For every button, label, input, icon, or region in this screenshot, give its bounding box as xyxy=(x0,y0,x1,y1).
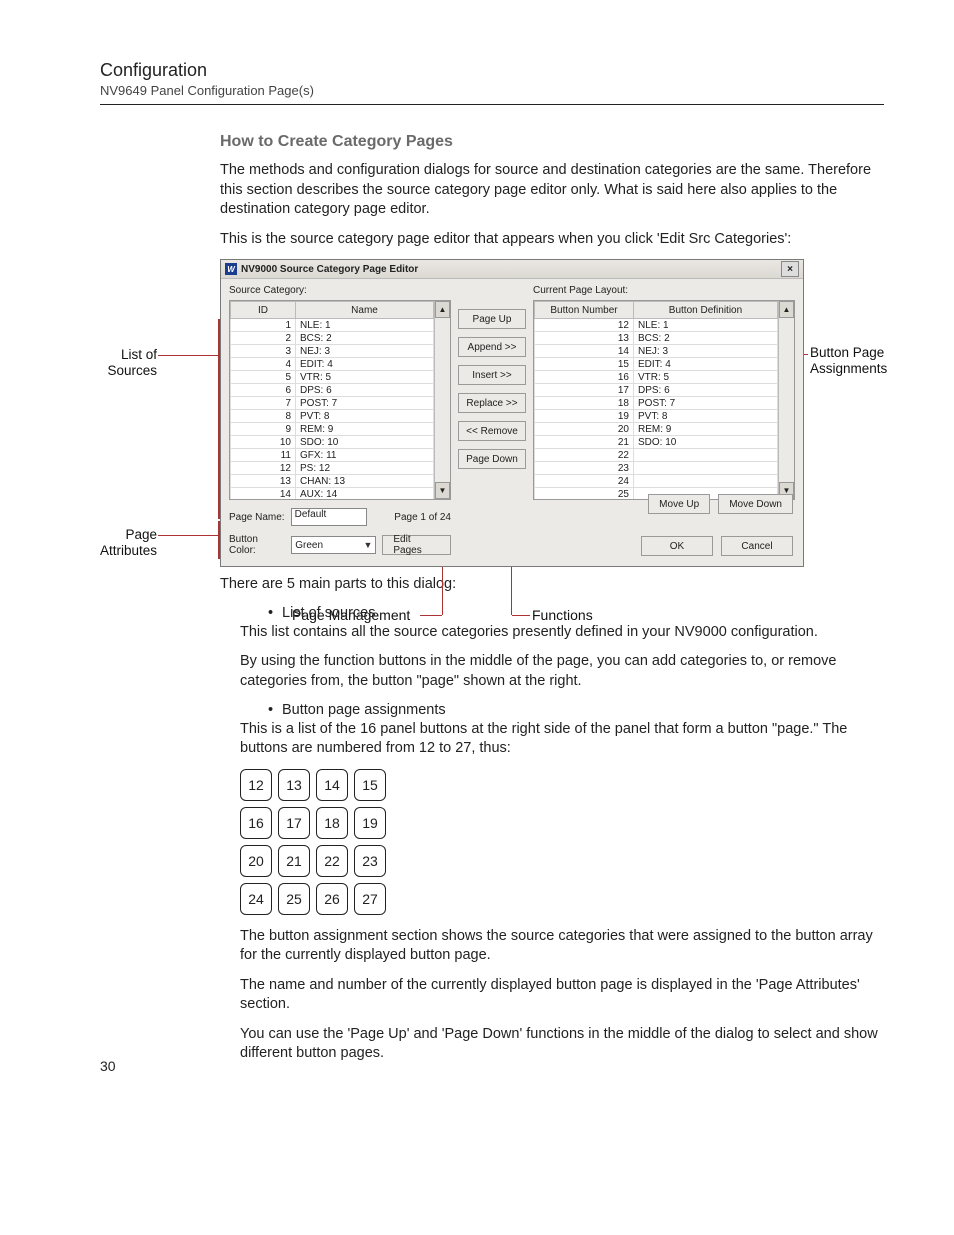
table-row[interactable]: 14AUX: 14 xyxy=(231,488,434,500)
table-row[interactable]: 15EDIT: 4 xyxy=(535,358,778,371)
para-five-parts: There are 5 main parts to this dialog: xyxy=(220,575,884,595)
table-row[interactable]: 16VTR: 5 xyxy=(535,371,778,384)
button-color-label: Button Color: xyxy=(229,534,285,556)
panel-button-cell: 19 xyxy=(354,807,386,839)
button-color-dropdown[interactable]: Green▼ xyxy=(291,536,376,554)
close-button[interactable]: × xyxy=(781,261,799,277)
page-name-label: Page Name: xyxy=(229,512,285,523)
panel-button-cell: 15 xyxy=(354,769,386,801)
col-button-number: Button Number xyxy=(535,302,634,319)
page-up-button[interactable]: Page Up xyxy=(458,309,526,329)
table-row[interactable]: 10SDO: 10 xyxy=(231,436,434,449)
table-row[interactable]: 24 xyxy=(535,475,778,488)
ok-button[interactable]: OK xyxy=(641,536,713,556)
sub-b2a: This is a list of the 16 panel buttons a… xyxy=(240,720,884,759)
page-header-title: Configuration xyxy=(100,60,884,81)
bullet-button-page-assignments: Button page assignments xyxy=(268,702,884,718)
table-row[interactable]: 22 xyxy=(535,449,778,462)
annot-button-page-assignments: Button Page Assignments xyxy=(810,345,887,377)
page-header-subtitle: NV9649 Panel Configuration Page(s) xyxy=(100,83,884,98)
table-row[interactable]: 13BCS: 2 xyxy=(535,332,778,345)
table-row[interactable]: 6DPS: 6 xyxy=(231,384,434,397)
panel-button-cell: 14 xyxy=(316,769,348,801)
panel-button-cell: 26 xyxy=(316,883,348,915)
table-row[interactable]: 23 xyxy=(535,462,778,475)
scroll-up-icon[interactable]: ▲ xyxy=(779,301,794,318)
table-row[interactable]: 12PS: 12 xyxy=(231,462,434,475)
para-page-up-down: You can use the 'Page Up' and 'Page Down… xyxy=(240,1025,884,1064)
panel-button-cell: 23 xyxy=(354,845,386,877)
table-row[interactable]: 5VTR: 5 xyxy=(231,371,434,384)
table-row[interactable]: 4EDIT: 4 xyxy=(231,358,434,371)
para-assignment-desc: The button assignment section shows the … xyxy=(240,927,884,966)
scroll-down-icon[interactable]: ▼ xyxy=(435,482,450,499)
remove-button[interactable]: << Remove xyxy=(458,421,526,441)
panel-button-cell: 25 xyxy=(278,883,310,915)
intro-paragraph-1: The methods and configuration dialogs fo… xyxy=(220,161,884,220)
left-scrollbar[interactable]: ▲ ▼ xyxy=(434,301,450,499)
annot-page-attributes: Page Attributes xyxy=(72,527,157,559)
scroll-up-icon[interactable]: ▲ xyxy=(435,301,450,318)
table-row[interactable]: 17DPS: 6 xyxy=(535,384,778,397)
edit-pages-button[interactable]: Edit Pages xyxy=(382,535,451,555)
editor-figure: List of Sources Page Attributes Button P… xyxy=(162,259,884,567)
panel-button-cell: 22 xyxy=(316,845,348,877)
page-number: 30 xyxy=(100,1058,116,1074)
table-row[interactable]: 3NEJ: 3 xyxy=(231,345,434,358)
replace-button[interactable]: Replace >> xyxy=(458,393,526,413)
dialog-title: NV9000 Source Category Page Editor xyxy=(241,264,781,275)
table-row[interactable]: 1NLE: 1 xyxy=(231,319,434,332)
annot-list-of-sources: List of Sources xyxy=(102,347,157,379)
panel-button-cell: 21 xyxy=(278,845,310,877)
table-row[interactable]: 13CHAN: 13 xyxy=(231,475,434,488)
para-name-number: The name and number of the currently dis… xyxy=(240,976,884,1015)
source-category-label: Source Category: xyxy=(229,285,451,296)
table-row[interactable]: 14NEJ: 3 xyxy=(535,345,778,358)
page-of-label: Page 1 of 24 xyxy=(394,512,451,523)
panel-button-cell: 27 xyxy=(354,883,386,915)
insert-button[interactable]: Insert >> xyxy=(458,365,526,385)
col-button-definition: Button Definition xyxy=(634,302,778,319)
button-number-grid: 12131415 16171819 20212223 24252627 xyxy=(240,769,884,915)
panel-button-cell: 12 xyxy=(240,769,272,801)
table-row[interactable]: 20REM: 9 xyxy=(535,423,778,436)
header-divider xyxy=(100,104,884,105)
table-row[interactable]: 21SDO: 10 xyxy=(535,436,778,449)
move-up-button[interactable]: Move Up xyxy=(648,494,710,514)
panel-button-cell: 13 xyxy=(278,769,310,801)
button-assignment-grid[interactable]: Button Number Button Definition 12NLE: 1… xyxy=(533,300,795,500)
table-row[interactable]: 18POST: 7 xyxy=(535,397,778,410)
panel-button-cell: 24 xyxy=(240,883,272,915)
intro-paragraph-2: This is the source category page editor … xyxy=(220,230,884,250)
page-name-input[interactable]: Default xyxy=(291,508,367,526)
col-id: ID xyxy=(231,302,296,319)
table-row[interactable]: 2BCS: 2 xyxy=(231,332,434,345)
right-scrollbar[interactable]: ▲ ▼ xyxy=(778,301,794,499)
page-down-button[interactable]: Page Down xyxy=(458,449,526,469)
category-page-editor-dialog: W NV9000 Source Category Page Editor × S… xyxy=(220,259,804,567)
table-row[interactable]: 7POST: 7 xyxy=(231,397,434,410)
table-row[interactable]: 8PVT: 8 xyxy=(231,410,434,423)
current-layout-label: Current Page Layout: xyxy=(533,285,795,296)
bullet-list-of-sources: List of sources xyxy=(268,605,884,621)
table-row[interactable]: 9REM: 9 xyxy=(231,423,434,436)
move-down-button[interactable]: Move Down xyxy=(718,494,793,514)
sub-b1a: This list contains all the source catego… xyxy=(240,623,884,643)
panel-button-cell: 16 xyxy=(240,807,272,839)
table-row[interactable]: 12NLE: 1 xyxy=(535,319,778,332)
section-heading: How to Create Category Pages xyxy=(220,133,884,151)
col-name: Name xyxy=(296,302,434,319)
app-logo-icon: W xyxy=(225,263,237,275)
append-button[interactable]: Append >> xyxy=(458,337,526,357)
panel-button-cell: 20 xyxy=(240,845,272,877)
sub-b1b: By using the function buttons in the mid… xyxy=(240,652,884,691)
table-row[interactable]: 19PVT: 8 xyxy=(535,410,778,423)
panel-button-cell: 18 xyxy=(316,807,348,839)
chevron-down-icon: ▼ xyxy=(363,540,372,550)
table-row[interactable]: 11GFX: 11 xyxy=(231,449,434,462)
cancel-button[interactable]: Cancel xyxy=(721,536,793,556)
panel-button-cell: 17 xyxy=(278,807,310,839)
source-list-grid[interactable]: ID Name 1NLE: 12BCS: 23NEJ: 34EDIT: 45VT… xyxy=(229,300,451,500)
